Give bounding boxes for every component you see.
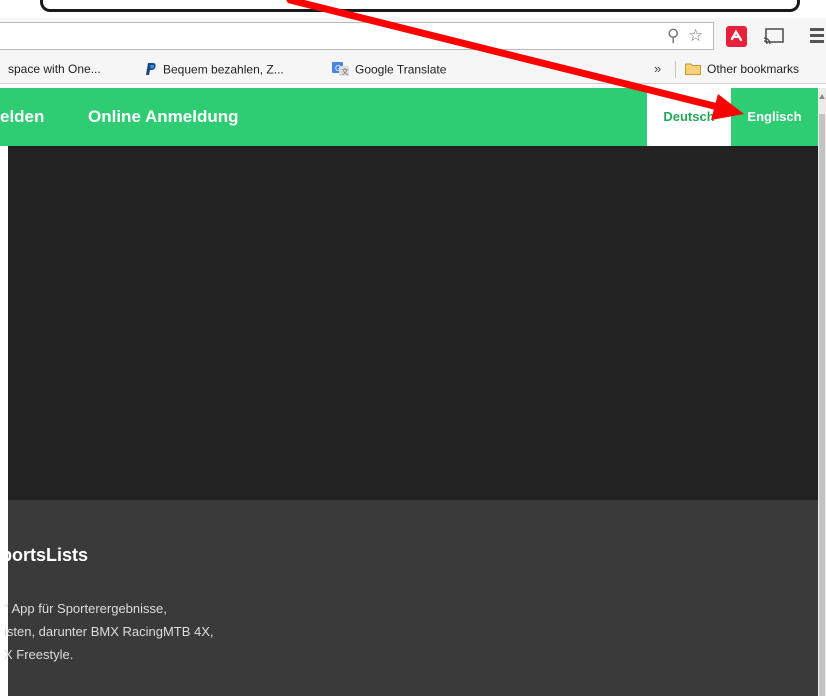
scroll-up-arrow-icon[interactable] — [819, 94, 825, 99]
page-scrollbar[interactable] — [818, 88, 826, 696]
bookmark-item[interactable]: space with One... — [8, 62, 101, 76]
tab-strip — [0, 0, 826, 18]
extension-icon[interactable] — [726, 26, 747, 47]
info-text-line: X Freestyle. — [4, 647, 74, 662]
active-tab-edge[interactable] — [40, 0, 800, 12]
cast-icon[interactable] — [763, 28, 785, 45]
bookmark-item[interactable]: G 文 Google Translate — [332, 62, 446, 79]
bookmark-label: Google Translate — [355, 62, 447, 77]
svg-text:文: 文 — [342, 67, 349, 76]
google-translate-icon: G 文 — [332, 62, 349, 79]
language-deutsch-button[interactable]: Deutsch — [647, 88, 731, 146]
language-englisch-button[interactable]: Englisch — [731, 88, 818, 146]
paypal-icon — [145, 62, 157, 79]
toolbar: ⚲ ☆ — [0, 18, 826, 56]
zoom-icon[interactable]: ⚲ — [667, 27, 679, 45]
bookmark-label: space with One... — [8, 62, 101, 76]
bookmark-star-icon[interactable]: ☆ — [688, 27, 703, 45]
bookmarks-bar: space with One... Bequem bezahlen, Z... … — [0, 56, 826, 84]
info-text-line: " App für Sporterergebnisse, — [4, 601, 167, 616]
menu-icon[interactable] — [810, 28, 826, 44]
folder-icon — [685, 62, 701, 78]
info-text-line: isten, darunter BMX RacingMTB 4X, — [4, 624, 214, 639]
hero-banner — [8, 146, 818, 500]
screenshot-root: ⚲ ☆ space with One... Bequem bezahlen, Z… — [0, 0, 826, 696]
nav-link-online-anmeldung[interactable]: Online Anmeldung — [88, 107, 238, 127]
info-title: portsLists — [1, 545, 89, 565]
other-bookmarks[interactable]: Other bookmarks — [685, 62, 799, 78]
address-bar[interactable] — [0, 22, 714, 50]
scroll-thumb[interactable] — [819, 114, 825, 696]
site-navbar: elden Online Anmeldung Deutsch Englisch — [0, 88, 818, 146]
bookmarks-overflow-chevron[interactable]: » — [654, 61, 661, 76]
bookmarks-separator — [675, 61, 676, 78]
other-bookmarks-label: Other bookmarks — [707, 62, 800, 77]
nav-link-anmelden[interactable]: elden — [0, 107, 44, 127]
bookmark-item[interactable]: Bequem bezahlen, Z... — [145, 62, 284, 79]
bookmark-label: Bequem bezahlen, Z... — [163, 62, 284, 77]
info-section: portsLists " App für Sporterergebnisse, … — [1, 500, 818, 696]
